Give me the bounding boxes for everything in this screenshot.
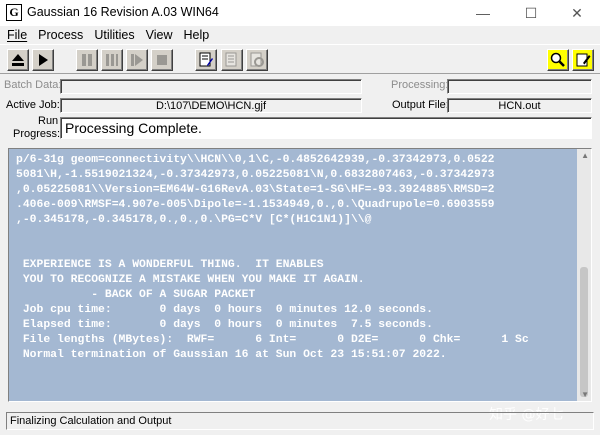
output-line: p/6-31g geom=connectivity\\HCN\\0,1\C,-0… bbox=[16, 154, 495, 166]
edit-route-button[interactable] bbox=[195, 49, 217, 71]
window-title: Gaussian 16 Revision A.03 WIN64 bbox=[27, 5, 219, 19]
edit-config-icon bbox=[250, 52, 264, 67]
output-line: ,-0.345178,-0.345178,0.,0.,0.\PG=C*V [C*… bbox=[16, 214, 372, 226]
menu-utilities[interactable]: Utilities bbox=[90, 28, 138, 42]
toolbar bbox=[0, 44, 600, 74]
gaussian-app-icon[interactable]: G bbox=[6, 4, 22, 21]
output-line: YOU TO RECOGNIZE A MISTAKE WHEN YOU MAKE… bbox=[16, 274, 365, 286]
play-icon bbox=[39, 54, 48, 66]
output-line: .406e-009\RMSF=4.907e-005\Dipole=-1.1534… bbox=[16, 199, 495, 211]
scrollbar[interactable]: ▲ ▼ bbox=[577, 149, 591, 401]
menu-bar: File Process Utilities View Help bbox=[0, 26, 600, 44]
edit-config-button[interactable] bbox=[246, 49, 268, 71]
edit-batch-icon bbox=[225, 52, 237, 67]
view-output-button[interactable] bbox=[547, 49, 569, 71]
run-progress-label-line2: Progress: bbox=[13, 128, 61, 140]
skip-button[interactable] bbox=[126, 49, 148, 71]
menu-file[interactable]: File bbox=[3, 28, 31, 42]
skip-icon bbox=[131, 54, 143, 66]
pause-after-icon bbox=[106, 54, 118, 66]
active-job-label: Active Job: bbox=[6, 99, 60, 111]
output-line: Normal termination of Gaussian 16 at Sun… bbox=[16, 349, 447, 361]
output-line: File lengths (MBytes): RWF= 6 Int= 0 D2E… bbox=[16, 334, 529, 346]
output-text: p/6-31g geom=connectivity\\HCN\\0,1\C,-0… bbox=[16, 153, 576, 363]
run-progress-label-line1: Run bbox=[38, 115, 59, 127]
edit-note-icon bbox=[576, 53, 591, 67]
output-line: EXPERIENCE IS A WONDERFUL THING. IT ENAB… bbox=[16, 259, 324, 271]
run-button[interactable] bbox=[32, 49, 54, 71]
output-line: ,0.05225081\\Version=EM64W-G16RevA.03\St… bbox=[16, 184, 495, 196]
stop-button[interactable] bbox=[151, 49, 173, 71]
edit-note-button[interactable] bbox=[572, 49, 594, 71]
minimize-button[interactable]: — bbox=[460, 0, 506, 26]
output-line: Elapsed time: 0 days 0 hours 0 minutes 7… bbox=[16, 319, 433, 331]
stop-icon bbox=[157, 55, 167, 65]
status-text: Finalizing Calculation and Output bbox=[10, 415, 172, 427]
search-icon bbox=[550, 52, 565, 67]
edit-route-icon bbox=[199, 52, 213, 67]
edit-batch-button[interactable] bbox=[221, 49, 243, 71]
eject-button[interactable] bbox=[7, 49, 29, 71]
output-file-field: HCN.out bbox=[447, 98, 592, 113]
batch-data-label: Batch Data: bbox=[4, 79, 62, 91]
active-job-field: D:\107\DEMO\HCN.gjf bbox=[60, 98, 362, 113]
scroll-down-icon[interactable]: ▼ bbox=[581, 390, 589, 399]
menu-process[interactable]: Process bbox=[34, 28, 87, 42]
output-file-label: Output File: bbox=[392, 99, 449, 111]
pause-icon bbox=[82, 54, 92, 66]
close-button[interactable]: ✕ bbox=[554, 0, 600, 26]
run-progress-field: Processing Complete. bbox=[60, 117, 592, 139]
output-panel[interactable]: p/6-31g geom=connectivity\\HCN\\0,1\C,-0… bbox=[8, 148, 592, 402]
processing-field bbox=[447, 79, 592, 94]
scroll-up-icon[interactable]: ▲ bbox=[581, 151, 589, 160]
eject-icon bbox=[12, 54, 24, 66]
output-line: 5081\H,-1.5519021324,-0.37342973,0.05225… bbox=[16, 169, 495, 181]
status-bar: Finalizing Calculation and Output bbox=[6, 412, 594, 430]
processing-label: Processing: bbox=[391, 79, 449, 91]
menu-view[interactable]: View bbox=[142, 28, 177, 42]
title-bar: G Gaussian 16 Revision A.03 WIN64 — ☐ ✕ bbox=[0, 0, 600, 26]
maximize-button[interactable]: ☐ bbox=[508, 0, 554, 26]
output-line: Job cpu time: 0 days 0 hours 0 minutes 1… bbox=[16, 304, 433, 316]
menu-help[interactable]: Help bbox=[179, 28, 213, 42]
pause-after-button[interactable] bbox=[101, 49, 123, 71]
pause-button[interactable] bbox=[76, 49, 98, 71]
output-line: - BACK OF A SUGAR PACKET bbox=[16, 289, 256, 301]
batch-data-field bbox=[60, 79, 362, 94]
scrollbar-thumb[interactable] bbox=[580, 267, 588, 397]
